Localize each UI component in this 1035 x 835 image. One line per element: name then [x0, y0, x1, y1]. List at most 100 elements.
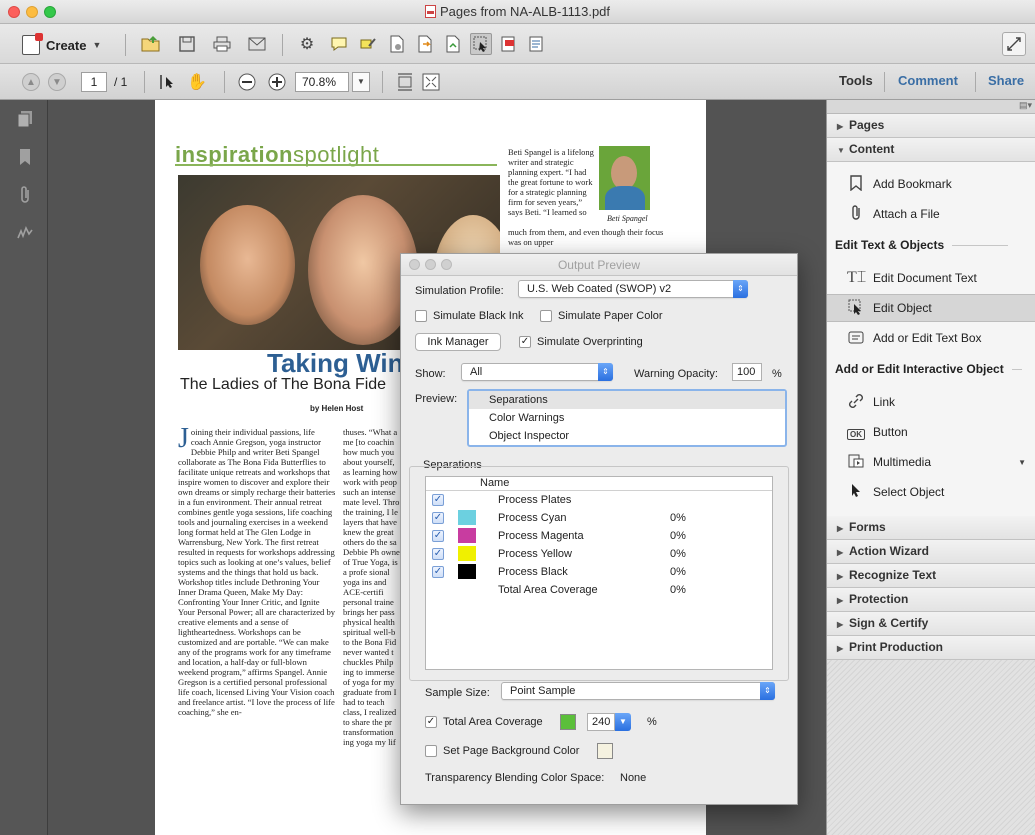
section-label: Sign & Certify [849, 616, 929, 630]
separation-row[interactable]: ✓ Process Cyan 0% [426, 509, 772, 527]
forms-icon[interactable] [526, 33, 548, 55]
separation-checkbox[interactable]: ✓ [432, 548, 444, 560]
button-tool-button[interactable]: OK Button [827, 418, 1035, 446]
separation-checkbox[interactable]: ✓ [432, 494, 444, 506]
section-forms[interactable]: ▶ Forms [827, 516, 1035, 540]
next-page-icon[interactable]: ▼ [48, 73, 66, 91]
tac-dropdown-icon[interactable]: ▼ [615, 713, 631, 731]
zoom-level-input[interactable]: 70.8% [295, 72, 349, 92]
stamp-icon[interactable] [386, 33, 408, 55]
dialog-close-button[interactable] [409, 259, 420, 270]
separation-row[interactable]: ✓ Process Yellow 0% [426, 545, 772, 563]
preview-option-object-inspector[interactable]: Object Inspector [469, 427, 785, 445]
chevron-down-icon[interactable]: ▼ [1018, 458, 1026, 467]
separation-checkbox[interactable]: ✓ [432, 530, 444, 542]
select-object-button[interactable]: Select Object [827, 478, 1035, 506]
section-protection[interactable]: ▶ Protection [827, 588, 1035, 612]
hand-tool-icon[interactable]: ✋ [186, 71, 208, 93]
create-pdf-icon [22, 33, 43, 55]
tac-value-input[interactable]: 240 [587, 713, 615, 731]
chevron-right-icon: ▶ [837, 620, 844, 629]
preview-mode-list[interactable]: Separations Color Warnings Object Inspec… [467, 389, 787, 447]
separation-row[interactable]: ✓ Process Magenta 0% [426, 527, 772, 545]
signature-icon[interactable] [16, 224, 34, 244]
sample-size-select[interactable]: Point Sample ⇕ [501, 682, 775, 700]
set-page-background-checkbox[interactable] [425, 745, 437, 757]
highlight-icon[interactable] [357, 33, 379, 55]
previous-page-icon[interactable]: ▲ [22, 73, 40, 91]
simulate-overprinting-checkbox[interactable]: ✓ [519, 336, 531, 348]
tab-share[interactable]: Share [988, 73, 1024, 88]
edit-document-text-button[interactable]: T⌶ Edit Document Text [827, 264, 1035, 292]
section-print-production[interactable]: ▶ Print Production [827, 636, 1035, 660]
title-bar: Pages from NA-ALB-1113.pdf [0, 0, 1035, 24]
print-icon[interactable] [211, 33, 233, 55]
tab-comment[interactable]: Comment [898, 73, 958, 88]
page-background-swatch[interactable] [597, 743, 613, 759]
dialog-minimize-button[interactable] [425, 259, 436, 270]
preview-option-color-warnings[interactable]: Color Warnings [469, 409, 785, 427]
page-number-input[interactable]: 1 [81, 72, 107, 92]
warning-opacity-input[interactable]: 100 [732, 363, 762, 381]
simulate-black-ink-checkbox[interactable] [415, 310, 427, 322]
page-thumbnails-icon[interactable] [16, 110, 34, 130]
photo-person [200, 205, 295, 325]
separation-row[interactable]: Total Area Coverage 0% [426, 581, 772, 599]
main-toolbar: Create ▼ ⚙ [0, 24, 1035, 64]
open-folder-icon[interactable] [140, 33, 162, 55]
fit-page-icon[interactable] [420, 71, 442, 93]
bookmarks-icon[interactable] [16, 148, 34, 168]
simulation-profile-select[interactable]: U.S. Web Coated (SWOP) v2 ⇕ [518, 280, 748, 298]
fullscreen-icon[interactable] [1002, 32, 1026, 56]
tab-tools[interactable]: Tools [839, 73, 873, 88]
section-sign-certify[interactable]: ▶ Sign & Certify [827, 612, 1035, 636]
add-bookmark-button[interactable]: Add Bookmark [827, 170, 1035, 198]
transparency-label: Transparency Blending Color Space: [425, 772, 605, 784]
separation-row[interactable]: ✓ Process Plates [426, 491, 772, 509]
section-recognize-text[interactable]: ▶ Recognize Text [827, 564, 1035, 588]
section-content[interactable]: ▼ Content [827, 138, 1035, 162]
total-area-coverage-checkbox[interactable]: ✓ [425, 716, 437, 728]
gear-icon[interactable]: ⚙ [296, 33, 318, 55]
multimedia-icon [847, 453, 865, 472]
simulation-profile-label: Simulation Profile: [415, 285, 504, 297]
select-tool-icon[interactable] [470, 33, 492, 55]
bookmark-icon [847, 174, 865, 194]
fit-width-icon[interactable] [394, 71, 416, 93]
simulate-paper-color-checkbox[interactable] [540, 310, 552, 322]
comment-icon[interactable] [328, 33, 350, 55]
content-section-body: Add Bookmark Attach a File Edit Text & O… [827, 162, 1035, 524]
section-pages[interactable]: ▶ Pages [827, 114, 1035, 138]
edit-object-button[interactable]: Edit Object [827, 294, 1035, 322]
export-image-icon[interactable] [442, 33, 464, 55]
edit-page-icon[interactable] [498, 33, 520, 55]
text-select-icon[interactable] [156, 71, 178, 93]
attach-file-button[interactable]: Attach a File [827, 200, 1035, 228]
panel-options-icon[interactable]: ▤▾ [1019, 100, 1032, 111]
separation-checkbox[interactable]: ✓ [432, 566, 444, 578]
link-button[interactable]: Link [827, 388, 1035, 416]
paperclip-icon[interactable] [16, 186, 34, 206]
zoom-out-icon[interactable] [236, 71, 258, 93]
tac-color-swatch[interactable] [560, 714, 576, 730]
zoom-in-icon[interactable] [266, 71, 288, 93]
zoom-dropdown-icon[interactable]: ▼ [352, 72, 370, 92]
section-action-wizard[interactable]: ▶ Action Wizard [827, 540, 1035, 564]
dialog-zoom-button[interactable] [441, 259, 452, 270]
separation-checkbox[interactable]: ✓ [432, 512, 444, 524]
save-icon[interactable] [176, 33, 198, 55]
simulate-paper-color-label: Simulate Paper Color [558, 310, 663, 322]
add-edit-text-box-button[interactable]: Add or Edit Text Box [827, 324, 1035, 352]
multimedia-button[interactable]: Multimedia ▼ [827, 448, 1035, 476]
text-cursor-icon: T⌶ [847, 269, 867, 286]
separation-row[interactable]: ✓ Process Black 0% [426, 563, 772, 581]
create-button[interactable]: Create ▼ [22, 33, 101, 56]
column-1-text: oining their individual passions, life c… [178, 427, 336, 717]
ink-manager-button[interactable]: Ink Manager [415, 333, 501, 351]
toolbar-divider [282, 34, 283, 56]
email-icon[interactable] [246, 33, 268, 55]
preview-option-separations[interactable]: Separations [469, 391, 785, 409]
export-pdf-icon[interactable] [414, 33, 436, 55]
panel-options-bar: ▤▾ [827, 100, 1035, 114]
show-select[interactable]: All ⇕ [461, 363, 613, 381]
